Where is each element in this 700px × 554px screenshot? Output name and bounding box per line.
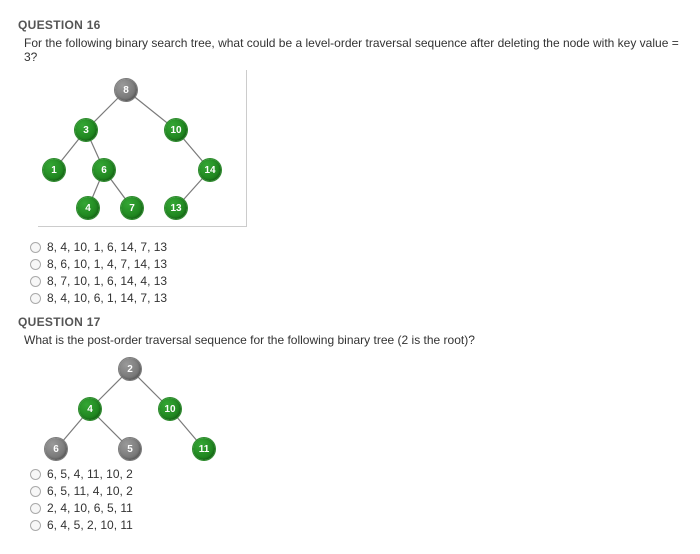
tree-node: 8	[115, 79, 137, 101]
tree-node: 13	[165, 197, 187, 219]
q16-option-c[interactable]: 8, 7, 10, 1, 6, 14, 4, 13	[30, 274, 682, 288]
option-label: 6, 5, 4, 11, 10, 2	[47, 467, 133, 481]
q16-tree: 8 3 10 1 6 14 4 7 13	[38, 74, 238, 224]
tree-node: 1	[43, 159, 65, 181]
radio-icon[interactable]	[30, 259, 41, 270]
question-16-title: QUESTION 16	[18, 18, 682, 32]
q17-option-c[interactable]: 2, 4, 10, 6, 5, 11	[30, 501, 682, 515]
option-label: 2, 4, 10, 6, 5, 11	[47, 501, 133, 515]
option-label: 6, 5, 11, 4, 10, 2	[47, 484, 133, 498]
q16-option-d[interactable]: 8, 4, 10, 6, 1, 14, 7, 13	[30, 291, 682, 305]
question-16-prompt: For the following binary search tree, wh…	[24, 36, 682, 64]
option-label: 8, 7, 10, 1, 6, 14, 4, 13	[47, 274, 167, 288]
tree-node: 5	[119, 438, 141, 460]
q17-tree-container: 2 4 10 6 5 11	[38, 353, 682, 463]
option-label: 6, 4, 5, 2, 10, 11	[47, 518, 133, 532]
radio-icon[interactable]	[30, 276, 41, 287]
tree-node: 10	[165, 119, 187, 141]
tree-node: 3	[75, 119, 97, 141]
tree-node: 10	[159, 398, 181, 420]
q17-options: 6, 5, 4, 11, 10, 2 6, 5, 11, 4, 10, 2 2,…	[30, 467, 682, 532]
tree-node: 2	[119, 358, 141, 380]
question-17-title: QUESTION 17	[18, 315, 682, 329]
q17-option-b[interactable]: 6, 5, 11, 4, 10, 2	[30, 484, 682, 498]
radio-icon[interactable]	[30, 242, 41, 253]
q17-option-a[interactable]: 6, 5, 4, 11, 10, 2	[30, 467, 682, 481]
radio-icon[interactable]	[30, 520, 41, 531]
radio-icon[interactable]	[30, 486, 41, 497]
radio-icon[interactable]	[30, 293, 41, 304]
q16-option-a[interactable]: 8, 4, 10, 1, 6, 14, 7, 13	[30, 240, 682, 254]
option-label: 8, 4, 10, 6, 1, 14, 7, 13	[47, 291, 167, 305]
radio-icon[interactable]	[30, 503, 41, 514]
tree-node: 14	[199, 159, 221, 181]
tree-node: 6	[45, 438, 67, 460]
tree-node: 4	[77, 197, 99, 219]
question-17-prompt: What is the post-order traversal sequenc…	[24, 333, 682, 347]
tree-node: 11	[193, 438, 215, 460]
tree-node: 4	[79, 398, 101, 420]
q17-tree: 2 4 10 6 5 11	[38, 353, 228, 463]
q16-tree-container: 8 3 10 1 6 14 4 7 13	[38, 70, 247, 227]
option-label: 8, 6, 10, 1, 4, 7, 14, 13	[47, 257, 167, 271]
tree-node: 6	[93, 159, 115, 181]
q17-option-d[interactable]: 6, 4, 5, 2, 10, 11	[30, 518, 682, 532]
q16-options: 8, 4, 10, 1, 6, 14, 7, 13 8, 6, 10, 1, 4…	[30, 240, 682, 305]
tree-node: 7	[121, 197, 143, 219]
radio-icon[interactable]	[30, 469, 41, 480]
q16-option-b[interactable]: 8, 6, 10, 1, 4, 7, 14, 13	[30, 257, 682, 271]
option-label: 8, 4, 10, 1, 6, 14, 7, 13	[47, 240, 167, 254]
